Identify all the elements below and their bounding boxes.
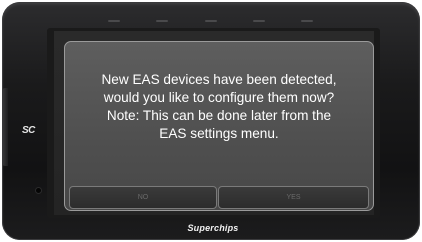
indicator-light (205, 20, 217, 22)
brand-logo-bottom: Superchips (187, 223, 239, 233)
brand-logo-left: SC (22, 125, 35, 136)
light-sensor (36, 188, 41, 193)
dialog-message: New EAS devices have been detected, woul… (71, 71, 367, 143)
eas-dialog: New EAS devices have been detected, woul… (64, 41, 374, 211)
indicator-light (156, 20, 168, 22)
dialog-message-line: Note: This can be done later from the (106, 108, 332, 123)
side-button[interactable] (2, 88, 8, 166)
dialog-message-line: EAS settings menu. (159, 126, 279, 141)
yes-button[interactable]: YES (218, 186, 369, 209)
device-body: SC New EAS devices have been detected, w… (2, 2, 420, 240)
dialog-message-line: New EAS devices have been detected, (101, 72, 337, 87)
no-button[interactable]: NO (69, 186, 217, 209)
indicator-light (301, 20, 313, 22)
indicator-light (108, 20, 120, 22)
indicator-light (253, 20, 265, 22)
dialog-message-line: would you like to configure them now? (103, 90, 335, 105)
